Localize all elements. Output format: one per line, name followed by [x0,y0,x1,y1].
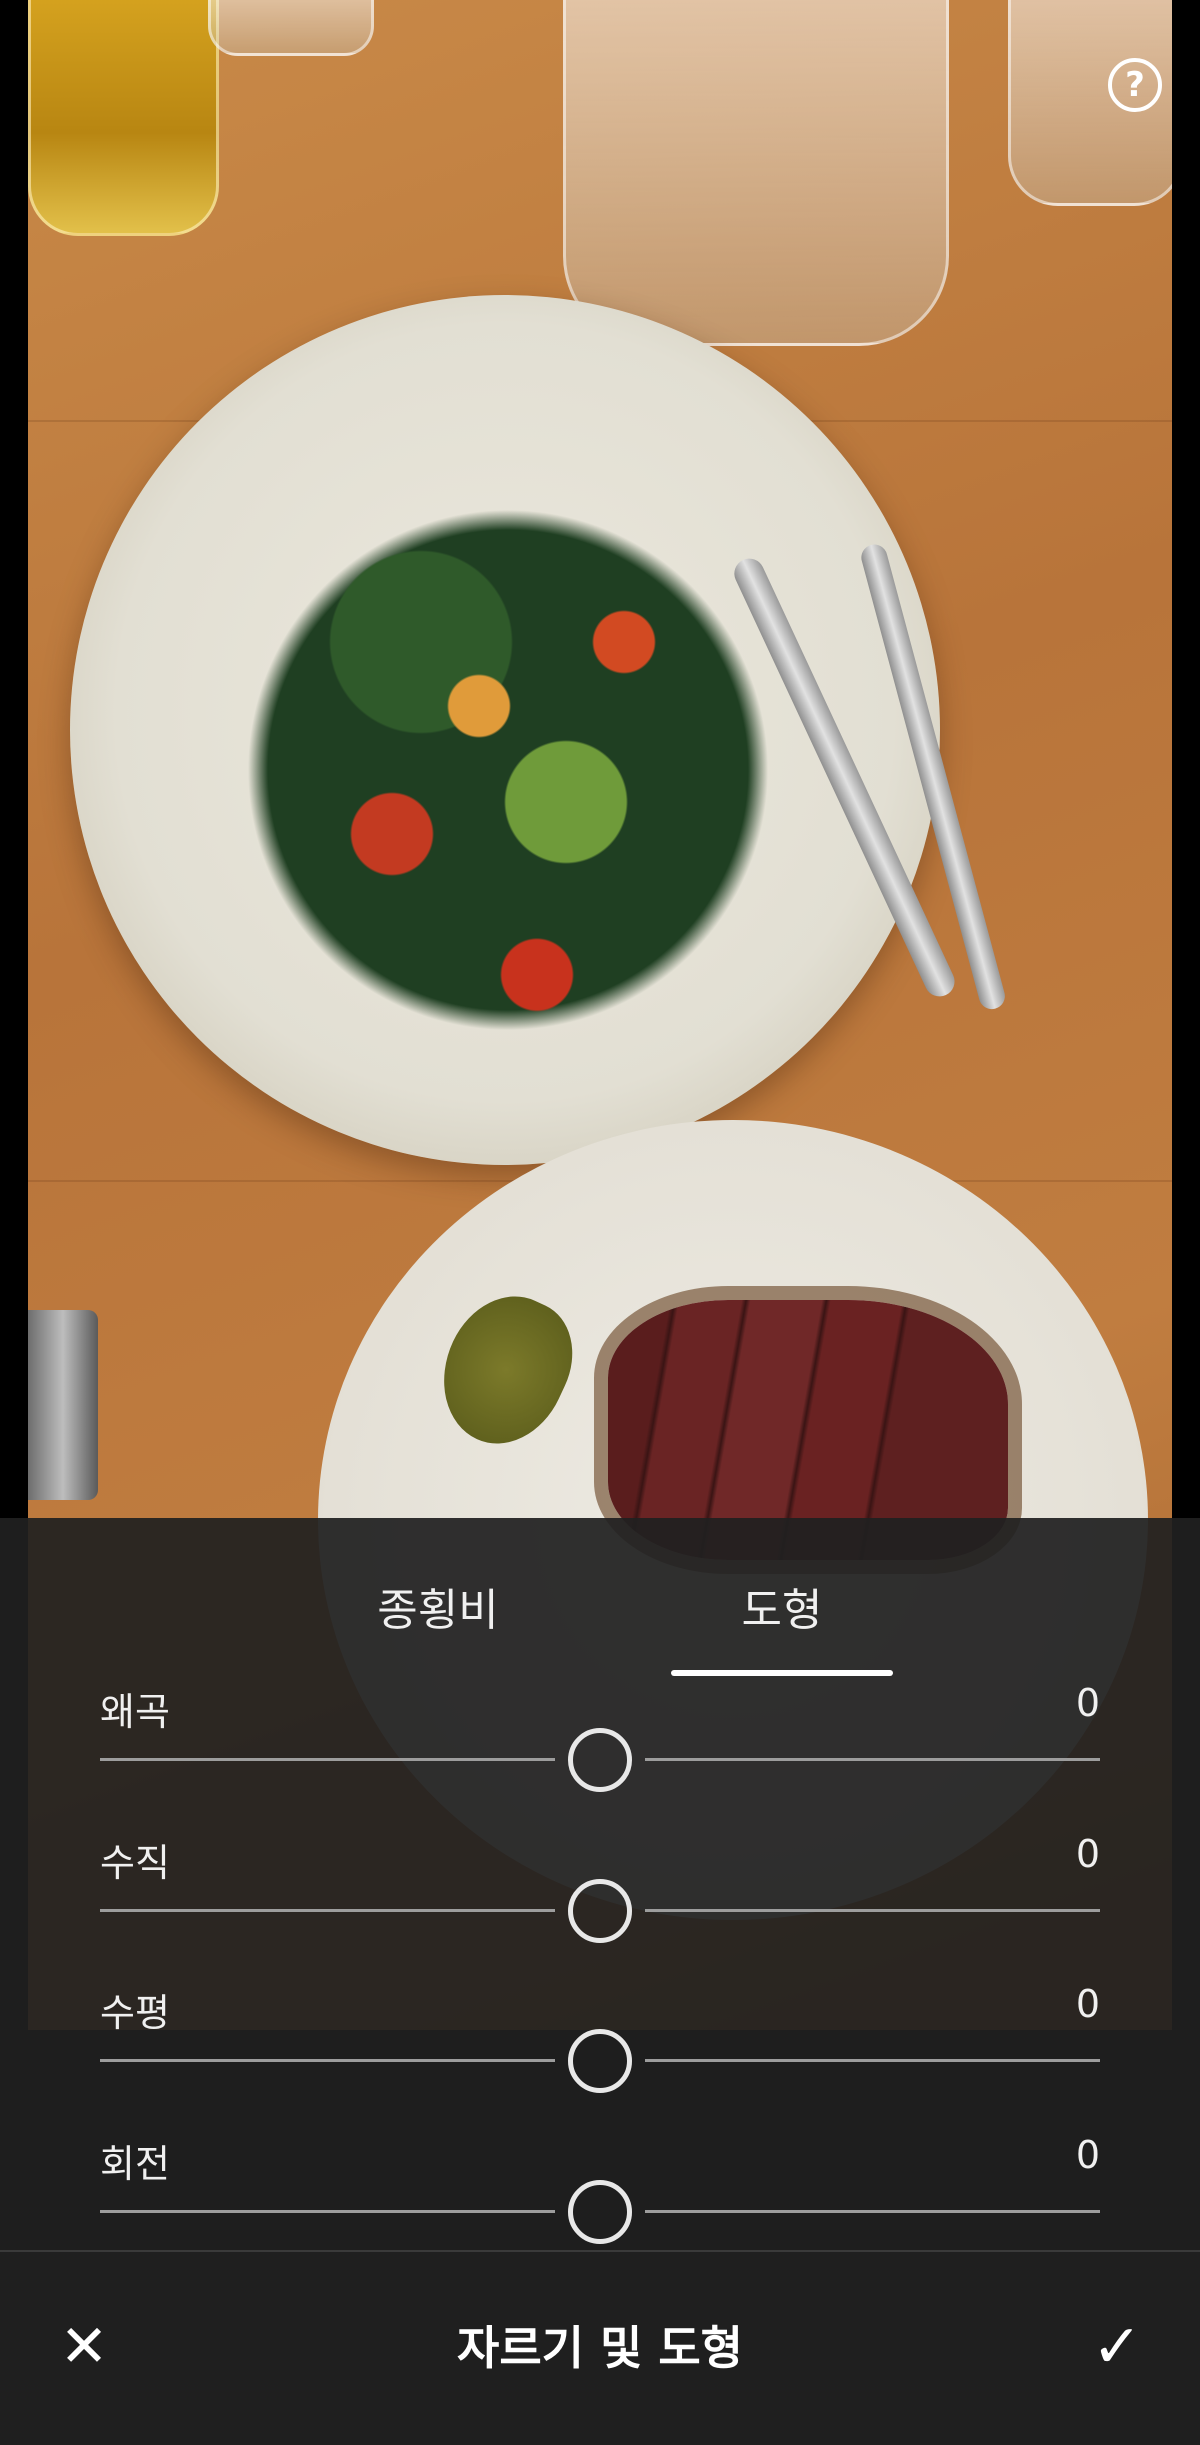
slider-value: 0 [1075,1982,1100,2026]
slider-thumb[interactable] [568,2180,632,2244]
bottom-action-bar: ✕ 자르기 및 도형 ✓ [0,2250,1200,2445]
slider-thumb[interactable] [568,2029,632,2093]
tab-bar: 종횡비 도형 [0,1518,1200,1678]
help-button[interactable]: ? [1108,58,1162,112]
slider-value: 0 [1075,2133,1100,2177]
slider-value: 0 [1075,1681,1100,1725]
slider-label: 수직 [100,1841,170,1885]
slider-vertical: 수직 0 [100,1832,1100,1982]
slider-label: 회전 [100,2142,170,2186]
knife [28,1310,98,1500]
small-glass [208,0,374,56]
adjust-panel: 종횡비 도형 왜곡 0 수직 0 수평 0 회전 0 [0,1518,1200,2250]
tab-selected-indicator [671,1670,893,1676]
help-icon: ? [1125,65,1145,105]
apply-button[interactable]: ✓ [1082,2312,1152,2382]
slider-distortion: 왜곡 0 [100,1681,1100,1831]
screen-title: 자르기 및 도형 [457,2321,743,2375]
check-icon: ✓ [1091,2312,1143,2382]
slider-value: 0 [1075,1832,1100,1876]
slider-label: 수평 [100,1991,170,2035]
slider-rotation: 회전 0 [100,2133,1100,2250]
water-glass [563,0,949,346]
tab-geometry[interactable]: 도형 [662,1574,902,1638]
slider-thumb[interactable] [568,1879,632,1943]
slider-thumb[interactable] [568,1728,632,1792]
beer-glass [28,0,219,236]
slider-horizontal: 수평 0 [100,1982,1100,2132]
tab-aspect-ratio[interactable]: 종횡비 [318,1574,558,1638]
slider-label: 왜곡 [100,1690,170,1734]
